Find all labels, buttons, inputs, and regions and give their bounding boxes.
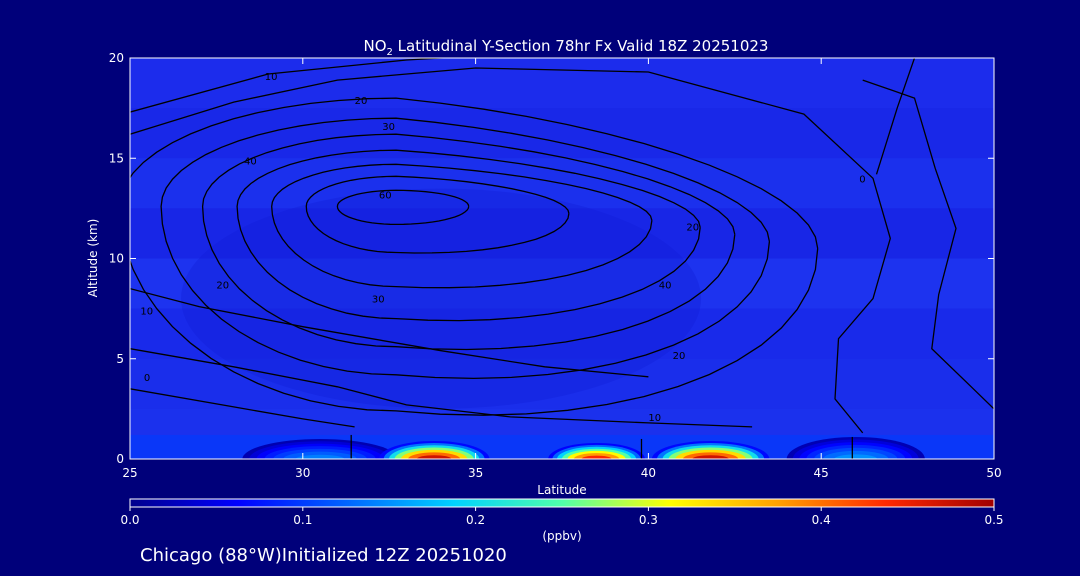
- contour-label: 40: [659, 281, 672, 292]
- contour-label: 20: [673, 351, 686, 362]
- plot-area: 10 20 30 40 60 20 40 30 20 20 10 0 10 0: [130, 58, 994, 459]
- y-tick-label: 15: [109, 151, 124, 165]
- contour-label: 10: [140, 307, 153, 318]
- contour-label: 40: [244, 156, 257, 167]
- title-species: NO: [364, 37, 387, 55]
- colorbar-ramp: [129, 498, 995, 508]
- x-tick-label: 30: [295, 466, 310, 480]
- contour-label: 20: [355, 96, 368, 107]
- x-tick-label: 35: [468, 466, 483, 480]
- title-text: Latitudinal Y-Section 78hr Fx Valid 18Z …: [393, 37, 769, 55]
- background-patch: [181, 188, 702, 409]
- background-band: [130, 58, 994, 109]
- no2-cross-section-chart: NO2 Latitudinal Y-Section 78hr Fx Valid …: [86, 37, 1004, 566]
- background-band: [130, 108, 994, 159]
- x-tick-label: 25: [122, 466, 137, 480]
- colorbar: 0.0 0.1 0.2 0.3 0.4 0.5: [120, 498, 1004, 527]
- x-axis-label: Latitude: [537, 483, 586, 497]
- footer-location: Chicago (88°W)Initialized 12Z 20251020: [140, 545, 507, 566]
- y-tick-label: 10: [109, 252, 124, 266]
- contour-label: 0: [859, 174, 865, 185]
- contour-label: 10: [265, 72, 278, 83]
- contour-label: 0: [144, 373, 150, 384]
- contour-label: 10: [648, 413, 661, 424]
- colorbar-tick-label: 0.1: [293, 513, 312, 527]
- colorbar-tick-label: 0.2: [466, 513, 485, 527]
- colorbar-tick-label: 0.3: [639, 513, 658, 527]
- x-tick-label: 50: [986, 466, 1001, 480]
- contour-label: 20: [686, 222, 699, 233]
- y-tick-label: 5: [116, 352, 124, 366]
- contour-label: 60: [379, 190, 392, 201]
- background-shading: [130, 58, 994, 459]
- contour-label: 30: [372, 295, 385, 306]
- contour-label: 30: [382, 122, 395, 133]
- contour-label: 20: [216, 281, 229, 292]
- colorbar-unit: (ppbv): [542, 529, 581, 543]
- colorbar-tick-label: 0.0: [120, 513, 139, 527]
- colorbar-tick-label: 0.4: [812, 513, 831, 527]
- chart-title: NO2 Latitudinal Y-Section 78hr Fx Valid …: [364, 37, 769, 58]
- y-axis-label: Altitude (km): [86, 219, 100, 298]
- y-tick-label: 20: [109, 51, 124, 65]
- y-tick-label: 0: [116, 452, 124, 466]
- x-tick-label: 40: [641, 466, 656, 480]
- x-tick-label: 45: [814, 466, 829, 480]
- colorbar-tick-label: 0.5: [984, 513, 1003, 527]
